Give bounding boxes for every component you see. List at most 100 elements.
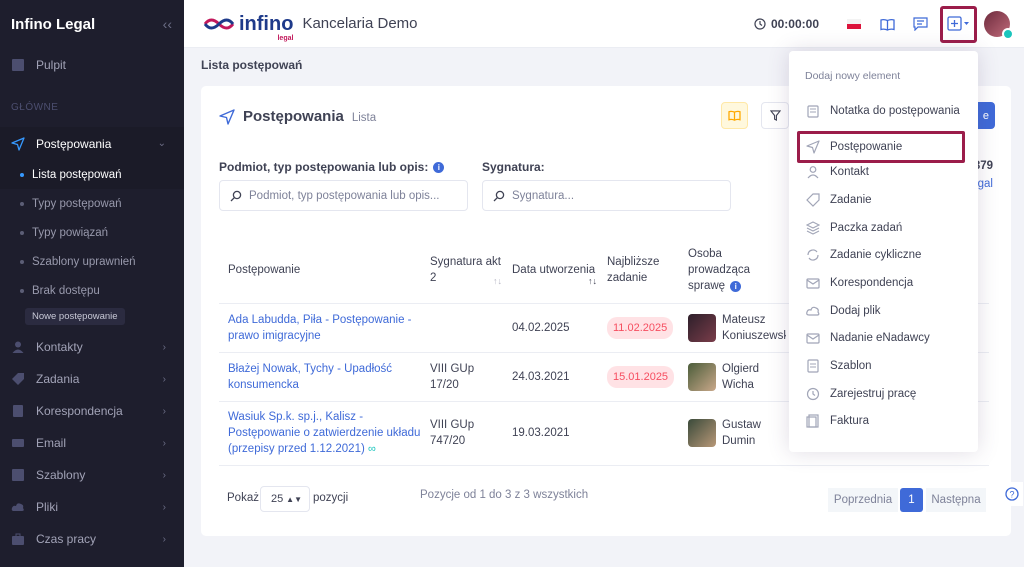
section-title: GŁÓWNE bbox=[11, 102, 59, 113]
menu-item-add-file[interactable]: Dodaj plik bbox=[805, 303, 970, 319]
tooltip-new-case: Nowe postępowanie bbox=[25, 308, 125, 325]
collapse-sidebar-icon[interactable]: ‹‹ bbox=[163, 16, 172, 32]
info-icon[interactable]: i bbox=[433, 161, 445, 173]
filter-subject-label: Podmiot, typ postępowania lub opis: i bbox=[219, 160, 445, 174]
brand-logo[interactable]: infino legal bbox=[202, 12, 294, 42]
sidebar-label: Czas pracy bbox=[36, 532, 97, 546]
sidebar-label: Szablony bbox=[36, 468, 86, 482]
sidebar-subitem[interactable]: Typy powiązań bbox=[0, 218, 184, 247]
chevron-right-icon: › bbox=[162, 341, 166, 353]
infinity-icon: ∞ bbox=[368, 443, 376, 455]
help-button[interactable]: ? bbox=[1001, 482, 1023, 506]
organization-name: Kancelaria Demo bbox=[302, 15, 418, 32]
sidebar-item-cases[interactable]: Postępowania ⌄ bbox=[0, 127, 184, 160]
prev-page-button[interactable]: Poprzednia bbox=[828, 488, 898, 512]
task-date-badge: 15.01.2025 bbox=[607, 365, 675, 388]
book-icon bbox=[879, 18, 895, 31]
sidebar-label: Kontakty bbox=[36, 340, 83, 354]
cell-signature: VIII GUp 747/20 bbox=[430, 401, 512, 466]
sidebar-item-email[interactable]: Email › bbox=[0, 427, 184, 459]
chevron-right-icon: › bbox=[162, 437, 166, 449]
subject-search-input[interactable]: Podmiot, typ postępowania lub opis... bbox=[219, 180, 468, 211]
chevron-right-icon: › bbox=[162, 373, 166, 385]
cell-signature: VIII GUp 17/20 bbox=[430, 352, 512, 402]
logo-mark-icon bbox=[203, 18, 235, 29]
menu-item-label: Notatka do postępowania bbox=[830, 105, 960, 117]
template-icon bbox=[805, 358, 821, 374]
chat-icon bbox=[912, 17, 928, 31]
menu-item-recurring-task[interactable]: Zadanie cykliczne bbox=[805, 247, 970, 263]
sidebar-subitem[interactable]: Szablony uprawnień bbox=[0, 247, 184, 276]
sidebar-sublabel: Typy postępowań bbox=[32, 197, 122, 210]
sidebar-subitem[interactable]: Lista postępowań bbox=[0, 160, 184, 189]
sidebar-item-tasks[interactable]: Zadania › bbox=[0, 363, 184, 395]
briefcase-icon bbox=[10, 531, 26, 547]
invoice-icon bbox=[805, 413, 821, 429]
user-avatar[interactable] bbox=[984, 11, 1014, 40]
app-title: Infino Legal bbox=[11, 15, 96, 33]
sidebar-subitem[interactable]: Typy postępowań bbox=[0, 189, 184, 218]
top-header: infino legal Kancelaria Demo 00:00:00 bbox=[184, 0, 1024, 48]
timer-value: 00:00:00 bbox=[770, 17, 819, 31]
add-new-element-button[interactable] bbox=[940, 5, 977, 43]
person-name: Mateusz Koniuszewski bbox=[722, 313, 786, 342]
menu-item-label: Kontakt bbox=[830, 166, 869, 178]
chevron-right-icon: › bbox=[162, 501, 166, 513]
info-icon[interactable]: i bbox=[730, 281, 742, 293]
menu-item-template[interactable]: Szablon bbox=[805, 358, 970, 374]
bullet-icon bbox=[20, 172, 24, 177]
sidebar-item-correspondence[interactable]: Korespondencja › bbox=[0, 395, 184, 427]
template-icon bbox=[10, 467, 26, 483]
sidebar-subitem[interactable]: Brak dostępu bbox=[0, 276, 184, 305]
menu-item-case[interactable]: Postępowanie bbox=[797, 131, 965, 163]
case-link[interactable]: Ada Labudda, Piła - Postępowanie - prawo… bbox=[228, 314, 411, 342]
mail-icon bbox=[805, 275, 821, 291]
menu-item-contact[interactable]: Kontakt bbox=[805, 164, 970, 180]
page-size-select[interactable]: 25 ▲▼ bbox=[260, 486, 310, 512]
next-page-button[interactable]: Następna bbox=[926, 488, 986, 512]
sidebar-header: Infino Legal ‹‹ bbox=[0, 0, 184, 48]
page-subtitle: Lista bbox=[351, 112, 377, 124]
menu-item-correspondence[interactable]: Korespondencja bbox=[805, 275, 970, 291]
case-link[interactable]: Błażej Nowak, Tychy - Upadłość konsumenc… bbox=[228, 363, 392, 391]
clock-icon bbox=[805, 386, 821, 402]
menu-item-enadawca[interactable]: Nadanie eNadawcy bbox=[805, 330, 970, 346]
sidebar-label: Korespondencja bbox=[36, 404, 123, 418]
question-icon: ? bbox=[1005, 487, 1019, 501]
col-header-signature[interactable]: Sygnatura akt 2 ↑↓ bbox=[430, 237, 512, 304]
person-name: Olgierd Wicha bbox=[722, 362, 760, 391]
cell-signature bbox=[430, 303, 512, 353]
language-flag-button[interactable] bbox=[839, 9, 869, 39]
person-avatar bbox=[688, 362, 716, 391]
logo-wordmark: infino bbox=[239, 12, 294, 35]
menu-item-task-batch[interactable]: Paczka zadań bbox=[805, 220, 970, 236]
sidebar-item-contacts[interactable]: Kontakty › bbox=[0, 331, 184, 363]
signature-search-input[interactable]: Sygnatura... bbox=[482, 180, 731, 211]
menu-item-register-work[interactable]: Zarejestruj pracę bbox=[805, 386, 970, 402]
logo-text: infino legal bbox=[239, 12, 294, 42]
menu-item-task[interactable]: Zadanie bbox=[805, 192, 970, 208]
work-timer[interactable]: 00:00:00 bbox=[754, 17, 819, 31]
help-book-button[interactable] bbox=[872, 9, 902, 39]
menu-item-label: Postępowanie bbox=[830, 141, 903, 153]
sidebar-item-files[interactable]: Pliki › bbox=[0, 491, 184, 523]
menu-item-case-note[interactable]: Notatka do postępowania bbox=[805, 94, 970, 128]
sidebar-item-templates[interactable]: Szablony › bbox=[0, 459, 184, 491]
page-title: Postępowania bbox=[243, 108, 344, 125]
cell-created: 24.03.2021 bbox=[512, 352, 607, 402]
menu-item-invoice[interactable]: Faktura bbox=[805, 413, 970, 429]
col-header-next-task[interactable]: Najbliższe zadanie bbox=[607, 237, 688, 304]
case-link[interactable]: Wasiuk Sp.k. sp.j., Kalisz - Postępowani… bbox=[228, 411, 420, 455]
sidebar-label: Pliki bbox=[36, 500, 59, 514]
messages-button[interactable] bbox=[905, 9, 935, 39]
page-size-value: 25 bbox=[271, 493, 284, 505]
add-element-dropdown: Dodaj nowy element Notatka do postępowan… bbox=[789, 51, 978, 452]
sidebar-item-dashboard[interactable]: Pulpit bbox=[0, 49, 184, 81]
col-header-case[interactable]: Postępowanie bbox=[219, 237, 430, 304]
sidebar-item-worktime[interactable]: Czas pracy › bbox=[0, 523, 184, 555]
menu-item-label: Zarejestruj pracę bbox=[830, 388, 917, 400]
page-1-button[interactable]: 1 bbox=[900, 488, 923, 512]
guide-button[interactable] bbox=[721, 102, 748, 129]
filter-button[interactable] bbox=[761, 102, 789, 129]
col-header-created[interactable]: Data utworzenia ↑↓ bbox=[512, 237, 607, 304]
